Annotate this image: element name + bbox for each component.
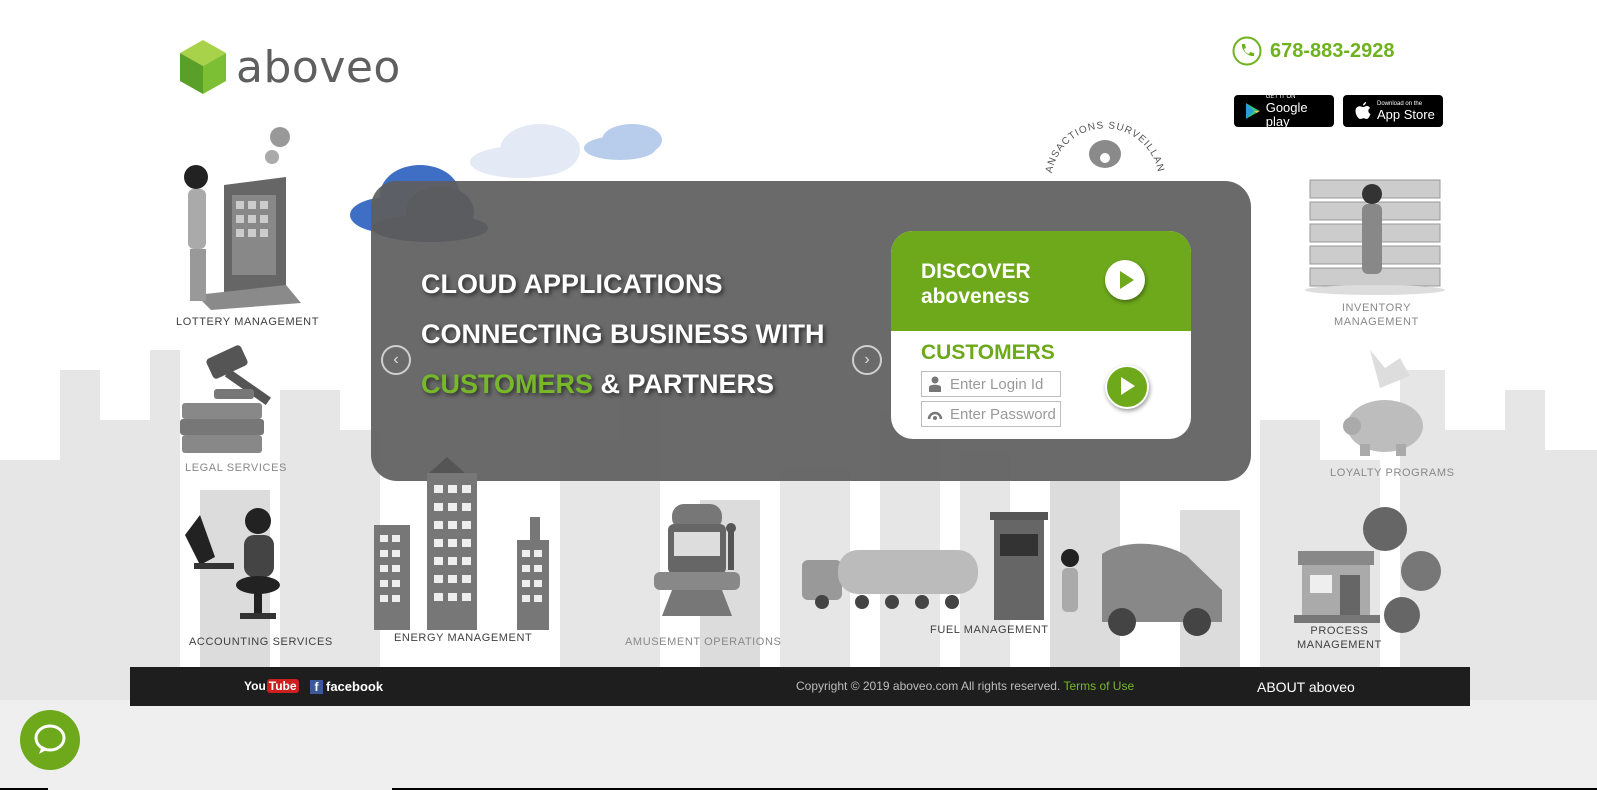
surveillance-camera-icon: TRANSACTIONS SURVEILLANCE (1036, 104, 1165, 174)
discover-banner[interactable]: DISCOVER aboveness (891, 231, 1191, 331)
amusement-operations-label: AMUSEMENT OPERATIONS (625, 636, 782, 648)
facebook-text: facebook (326, 679, 384, 694)
password-field[interactable] (921, 401, 1061, 427)
apple-icon (1355, 102, 1371, 119)
transactions-surveillance: TRANSACTIONS SURVEILLANCE (1036, 104, 1170, 182)
discover-text: DISCOVER aboveness (921, 259, 1031, 309)
logo-cube-icon (180, 40, 226, 94)
chat-bubble-icon (34, 724, 66, 754)
inventory-management-label: INVENTORY MANAGEMENT (1334, 301, 1419, 329)
key-icon (926, 405, 944, 423)
login-submit-button[interactable] (1105, 365, 1149, 409)
accounting-illustration-icon (185, 508, 280, 619)
lottery-management-label: LOTTERY MANAGEMENT (176, 316, 320, 328)
hero-headline-rest: & PARTNERS (593, 369, 775, 399)
carousel-next-button[interactable]: › (852, 345, 882, 375)
app-store-text: App Store (1377, 106, 1435, 122)
user-icon (926, 375, 944, 393)
chat-button[interactable] (20, 710, 80, 770)
youtube-you: You (244, 679, 266, 693)
footer-bar: You Tube f facebook Copyright © 2019 above… (130, 667, 1470, 706)
fuel-management-label: FUEL MANAGEMENT (930, 624, 1049, 636)
login-id-input[interactable] (948, 374, 1060, 394)
hero-headline-2: CONNECTING BUSINESS WITH (421, 319, 825, 349)
legal-gavel-icon (180, 345, 271, 453)
inventory-shelves-icon (1305, 179, 1445, 295)
phone-number: 678-883-2928 (1270, 39, 1395, 62)
login-card: DISCOVER aboveness CUSTOMERS (891, 231, 1191, 439)
hero-headline-3: CUSTOMERS & PARTNERS (421, 369, 774, 400)
customers-label: CUSTOMERS (921, 341, 1055, 364)
carousel-prev-button[interactable]: ‹ (381, 345, 411, 375)
copyright-notice: Copyright © 2019 aboveo.com All rights r… (796, 679, 1061, 693)
phone-icon (1232, 36, 1262, 66)
slot-machine-icon (654, 504, 740, 616)
copyright-text: Copyright © 2019 aboveo.com All rights r… (796, 679, 1134, 693)
app-store-badge[interactable]: Download on the App Store (1343, 95, 1443, 127)
brand-logo[interactable]: aboveo (178, 38, 401, 96)
phone-contact[interactable]: 678-883-2928 (1232, 36, 1395, 66)
youtube-link[interactable]: You Tube (244, 679, 299, 693)
ground-strip (0, 700, 1597, 790)
login-id-field[interactable] (921, 371, 1061, 397)
process-management-label: PROCESS MANAGEMENT (1297, 624, 1382, 652)
google-play-icon (1245, 103, 1260, 119)
piggy-bank-icon (1343, 350, 1423, 456)
loyalty-programs-label: LOYALTY PROGRAMS (1330, 467, 1455, 479)
discover-line-1: DISCOVER (921, 260, 1031, 283)
process-label-line-2: MANAGEMENT (1297, 639, 1382, 651)
google-play-text: Google play (1265, 99, 1308, 129)
lottery-illustration-icon (184, 127, 301, 310)
hero-headline-accent: CUSTOMERS (421, 369, 594, 399)
youtube-tube: Tube (266, 679, 299, 693)
discover-play-button[interactable] (1105, 260, 1145, 300)
hero-panel: CLOUD APPLICATIONS CONNECTING BUSINESS W… (371, 181, 1251, 481)
accounting-services-label: ACCOUNTING SERVICES (189, 636, 333, 648)
energy-management-label: ENERGY MANAGEMENT (394, 632, 533, 644)
terms-of-use-link[interactable]: Terms of Use (1063, 679, 1134, 693)
discover-line-2: aboveness (921, 285, 1030, 308)
password-input[interactable] (948, 404, 1060, 424)
process-store-icon (1294, 507, 1441, 633)
process-label-line-1: PROCESS (1310, 625, 1369, 637)
logo-text: aboveo (236, 41, 401, 93)
legal-services-label: LEGAL SERVICES (185, 462, 287, 474)
google-play-badge[interactable]: GET IT ON Google play (1234, 94, 1334, 129)
facebook-icon: f (310, 679, 323, 694)
hero-headline-1: CLOUD APPLICATIONS (421, 269, 723, 299)
inventory-label-line-1: INVENTORY (1341, 302, 1412, 314)
about-link[interactable]: ABOUT aboveo (1257, 679, 1355, 695)
inventory-label-line-2: MANAGEMENT (1334, 316, 1419, 328)
energy-buildings-icon (374, 457, 549, 630)
facebook-link[interactable]: f facebook (310, 679, 383, 694)
